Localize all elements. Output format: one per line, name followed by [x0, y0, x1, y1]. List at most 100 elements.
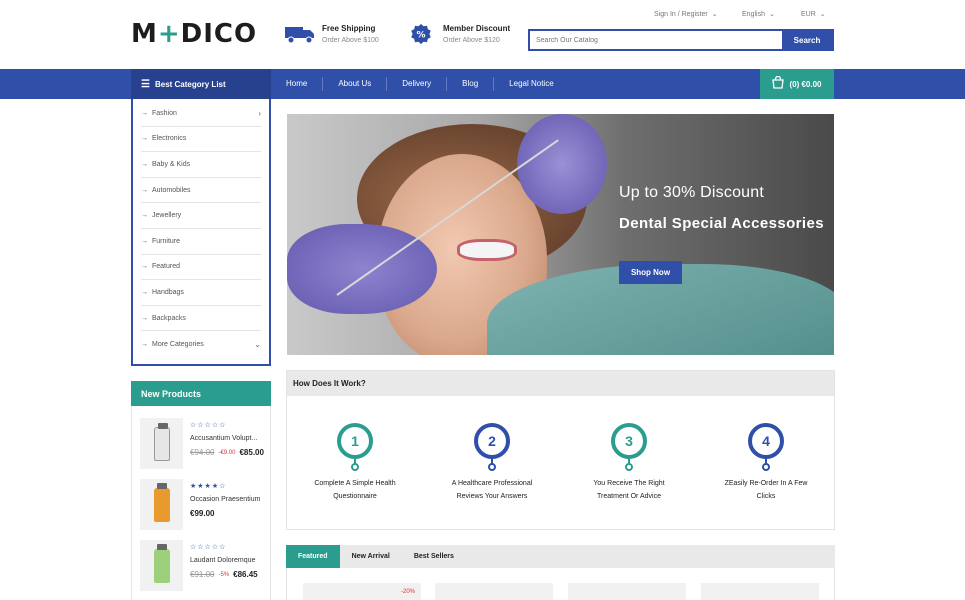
current-price: €86.45: [233, 570, 258, 579]
product-card[interactable]: [701, 583, 819, 600]
category-item-fashion[interactable]: → Fashion ›: [141, 101, 261, 127]
arrow-right-icon: →: [141, 288, 148, 296]
category-menu-label: Best Category List: [154, 79, 226, 89]
category-item-baby-kids[interactable]: → Baby & Kids: [141, 152, 261, 178]
product-item[interactable]: ★★★★☆ Occasion Praesentium €99.00: [140, 479, 268, 531]
nav-link-about[interactable]: About Us: [323, 77, 388, 91]
arrow-right-icon: →: [141, 186, 148, 194]
arrow-right-icon: →: [141, 263, 148, 271]
chevron-down-icon: ⌄: [711, 11, 718, 18]
how-it-works: How Does It Work? 1 Complete A Simple He…: [286, 370, 835, 530]
search-button[interactable]: Search: [782, 31, 832, 49]
product-price: €94.00 -€9.00 €85.00: [190, 448, 264, 457]
chevron-right-icon: ›: [258, 108, 261, 118]
product-item[interactable]: ☆☆☆☆☆ Accusantium Volupt... €94.00 -€9.0…: [140, 418, 268, 470]
cart-total: (0) €0.00: [789, 79, 822, 89]
category-item-automobiles[interactable]: → Automobiles: [141, 178, 261, 204]
language-dropdown[interactable]: English ⌄: [742, 10, 775, 19]
nav-link-home[interactable]: Home: [271, 77, 324, 91]
product-price: €99.00: [190, 509, 214, 518]
tab-best-sellers[interactable]: Best Sellers: [402, 545, 466, 568]
arrow-right-icon: →: [141, 160, 148, 168]
banner-title: Dental Special Accessories: [619, 215, 824, 232]
discount: -€9.00: [218, 449, 236, 456]
step-4: 4 ZEasily Re-Order In A Few Clicks: [698, 423, 834, 503]
tab-featured[interactable]: Featured: [286, 545, 340, 568]
chevron-down-icon: ⌄: [768, 11, 775, 18]
arrow-right-icon: →: [141, 212, 148, 220]
currency-dropdown[interactable]: EUR ⌄: [801, 10, 826, 19]
sale-badge: -20%: [400, 589, 415, 595]
product-item[interactable]: ☆☆☆☆☆ Laudant Doloremque €91.00 -5% €86.…: [140, 540, 268, 592]
feature-subtitle: Order Above $120: [443, 37, 500, 44]
search-form: Search: [528, 29, 834, 51]
rating-stars: ☆☆☆☆☆: [190, 422, 227, 429]
category-item-electronics[interactable]: → Electronics: [141, 127, 261, 153]
feature-title: Free Shipping: [322, 24, 376, 33]
product-card[interactable]: -20%: [303, 583, 421, 600]
category-item-featured[interactable]: → Featured: [141, 255, 261, 281]
discount: -5%: [218, 571, 230, 578]
product-image[interactable]: [140, 418, 183, 469]
product-card[interactable]: [568, 583, 686, 600]
chevron-down-icon: ⌄: [819, 11, 826, 18]
hero-banner: Up to 30% Discount Dental Special Access…: [287, 114, 834, 355]
location-pin-icon: 1: [337, 423, 373, 471]
location-pin-icon: 2: [474, 423, 510, 471]
product-name[interactable]: Occasion Praesentium: [190, 496, 260, 503]
category-item-handbags[interactable]: → Handbags: [141, 280, 261, 306]
step-3: 3 You Receive The Right Treatment Or Advi…: [561, 423, 697, 503]
search-input[interactable]: [530, 31, 782, 49]
free-shipping-feature: Free Shipping Order Above $100: [284, 22, 379, 46]
chevron-down-icon: ⌄: [254, 339, 261, 349]
tab-panel: -20%: [286, 568, 835, 600]
site-logo[interactable]: M+DICO: [131, 19, 257, 49]
member-discount-feature: % Member Discount Order Above $120: [405, 22, 510, 46]
location-pin-icon: 3: [611, 423, 647, 471]
arrow-right-icon: →: [141, 340, 148, 348]
rating-stars: ☆☆☆☆☆: [190, 544, 227, 551]
category-item-more[interactable]: → More Categories ⌄: [141, 331, 261, 357]
cart-button[interactable]: (0) €0.00: [760, 69, 834, 99]
account-dropdown[interactable]: Sign In / Register ⌄: [654, 10, 718, 19]
product-image[interactable]: [140, 540, 183, 591]
step-1: 1 Complete A Simple Health Questionnaire: [287, 423, 423, 503]
nav-link-blog[interactable]: Blog: [447, 77, 495, 91]
arrow-right-icon: →: [141, 237, 148, 245]
location-pin-icon: 4: [748, 423, 784, 471]
current-price: €85.00: [239, 448, 264, 457]
product-tabs: Featured New Arrival Best Sellers: [286, 545, 835, 568]
step-2: 2 A Healthcare Professional Reviews Your …: [424, 423, 560, 503]
nav-link-legal[interactable]: Legal Notice: [494, 77, 568, 91]
old-price: €94.00: [190, 448, 215, 457]
old-price: €91.00: [190, 570, 215, 579]
arrow-right-icon: →: [141, 314, 148, 322]
section-title: How Does It Work?: [287, 371, 834, 396]
shopping-bag-icon: [772, 75, 785, 92]
new-products-title: New Products: [131, 381, 271, 406]
hamburger-icon: ☰: [141, 78, 150, 90]
arrow-right-icon: →: [141, 135, 148, 143]
product-name[interactable]: Laudant Doloremque: [190, 557, 255, 564]
product-image[interactable]: [140, 479, 183, 530]
product-name[interactable]: Accusantium Volupt...: [190, 435, 257, 442]
product-card[interactable]: [435, 583, 553, 600]
category-item-furniture[interactable]: → Furniture: [141, 229, 261, 255]
tab-new-arrival[interactable]: New Arrival: [340, 545, 402, 568]
svg-text:%: %: [416, 31, 425, 41]
nav-links: Home About Us Delivery Blog Legal Notice: [271, 69, 569, 99]
category-item-jewellery[interactable]: → Jewellery: [141, 203, 261, 229]
category-menu-toggle[interactable]: ☰ Best Category List: [131, 69, 271, 99]
feature-subtitle: Order Above $100: [322, 37, 379, 44]
banner-subtitle: Up to 30% Discount: [619, 184, 765, 201]
truck-icon: [284, 22, 316, 46]
nav-link-delivery[interactable]: Delivery: [387, 77, 448, 91]
header: M+DICO Free Shipping Order Above $100 % …: [0, 0, 965, 69]
arrow-right-icon: →: [141, 109, 148, 117]
category-item-backpacks[interactable]: → Backpacks: [141, 306, 261, 332]
shop-now-button[interactable]: Shop Now: [619, 261, 682, 284]
category-list: → Fashion › → Electronics → Baby & Kids → Aut…: [131, 99, 271, 366]
product-price: €91.00 -5% €86.45: [190, 570, 258, 579]
new-products-list: ☆☆☆☆☆ Accusantium Volupt... €94.00 -€9.0…: [131, 406, 271, 600]
rating-stars: ★★★★☆: [190, 483, 227, 490]
